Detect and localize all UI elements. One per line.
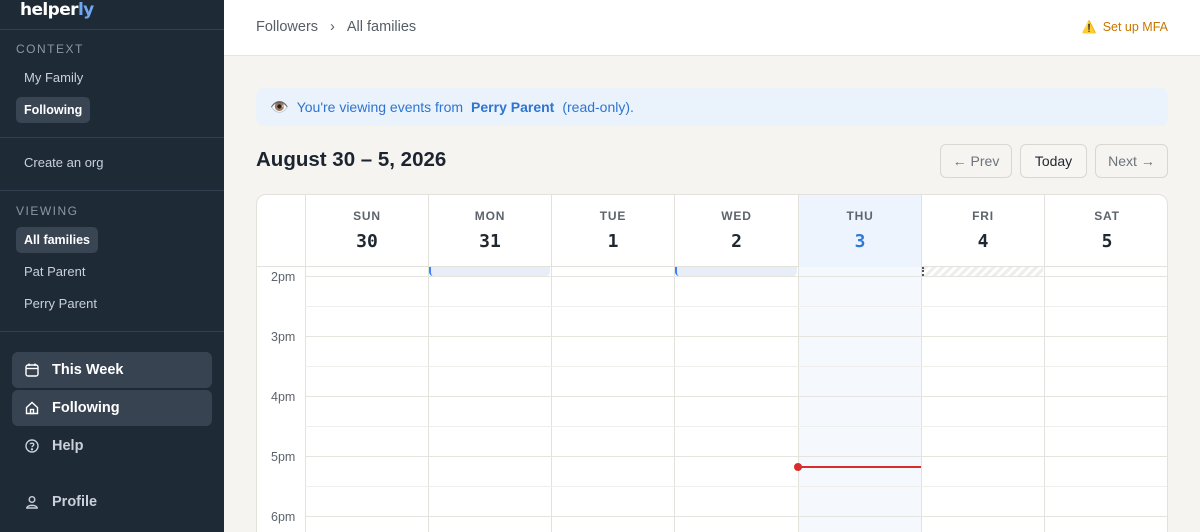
prev-week-button[interactable]: ← Prev — [940, 144, 1012, 178]
hour-line — [305, 396, 1167, 397]
home-icon — [25, 401, 39, 415]
warning-icon: ⚠️ — [1081, 20, 1097, 34]
day-name: MON — [474, 209, 506, 223]
hour-line — [305, 336, 1167, 337]
banner-family-name: Perry Parent — [471, 99, 555, 115]
time-label-2pm: 2pm — [271, 270, 296, 284]
nav-profile[interactable]: Profile — [12, 484, 212, 520]
read-only-banner: 👁️ You're viewing events from Perry Pare… — [256, 88, 1168, 126]
hour-line — [305, 276, 1167, 277]
event-block-mon[interactable] — [429, 267, 550, 276]
nav-this-week[interactable]: This Week — [12, 352, 212, 388]
day-name: SUN — [353, 209, 381, 223]
day-header-thu-today: THU 3 — [798, 195, 921, 267]
setup-mfa-label: Set up MFA — [1102, 20, 1168, 34]
day-header-sun: SUN 30 — [305, 195, 428, 267]
half-hour-line — [305, 426, 1167, 427]
week-title: August 30 – 5, 2026 — [256, 148, 447, 171]
user-icon — [25, 496, 39, 509]
day-name: SAT — [1094, 209, 1120, 223]
half-hour-line — [305, 366, 1167, 367]
viewing-item-pat-parent[interactable]: Pat Parent — [16, 259, 93, 285]
help-circle-icon — [25, 439, 39, 453]
day-name: THU — [846, 209, 874, 223]
breadcrumb-followers[interactable]: Followers — [256, 19, 318, 35]
current-time-dot — [794, 463, 802, 471]
create-org-link[interactable]: Create an org — [16, 150, 112, 176]
half-hour-line — [305, 306, 1167, 307]
breadcrumb-separator: › — [330, 19, 335, 35]
top-bar: Followers › All families ⚠️ Set up MFA — [224, 0, 1200, 56]
half-hour-line — [305, 486, 1167, 487]
day-name: WED — [721, 209, 752, 223]
eye-icon: 👁️ — [270, 99, 289, 116]
nav-following-label: Following — [52, 400, 120, 416]
time-label-5pm: 5pm — [271, 450, 296, 464]
sidebar-divider — [0, 190, 224, 191]
sidebar-divider — [0, 137, 224, 138]
day-header-fri: FRI 4 — [921, 195, 1044, 267]
time-label-4pm: 4pm — [271, 390, 296, 404]
time-label-6pm: 6pm — [271, 510, 296, 524]
day-name: TUE — [599, 209, 627, 223]
time-grid: 2pm 3pm 4pm 5pm 6pm — [257, 267, 1167, 532]
context-item-my-family[interactable]: My Family — [16, 65, 91, 91]
banner-prefix: You're viewing events from — [296, 99, 464, 115]
today-button[interactable]: Today — [1020, 144, 1087, 178]
viewing-item-perry-parent[interactable]: Perry Parent — [16, 291, 105, 317]
hour-line — [305, 456, 1167, 457]
calendar-icon — [25, 363, 39, 377]
hour-line — [305, 516, 1167, 517]
day-header-mon: MON 31 — [428, 195, 551, 267]
sidebar: helperly CONTEXT My Family Following Cre… — [0, 0, 224, 532]
breadcrumb: Followers › All families — [256, 19, 416, 35]
day-date: 4 — [977, 231, 989, 252]
nav-help-label: Help — [52, 438, 84, 454]
current-time-line — [798, 466, 921, 468]
nav-this-week-label: This Week — [52, 362, 124, 378]
nav-profile-label: Profile — [52, 494, 98, 510]
sidebar-divider — [0, 331, 224, 332]
day-date: 5 — [1101, 231, 1113, 252]
day-header-tue: TUE 1 — [551, 195, 674, 267]
day-date: 3 — [854, 231, 866, 252]
breadcrumb-all-families: All families — [346, 19, 417, 35]
context-section-label: CONTEXT — [16, 42, 84, 56]
day-header-wed: WED 2 — [674, 195, 798, 267]
day-date: 30 — [356, 231, 378, 252]
viewing-section-label: VIEWING — [16, 204, 79, 218]
app-logo[interactable]: helperly — [0, 0, 224, 30]
week-calendar: SUN 30 MON 31 TUE 1 WED 2 THU 3 FRI 4 SA… — [256, 194, 1168, 532]
banner-suffix: (read-only). — [562, 99, 634, 115]
event-block-fri-tentative[interactable] — [922, 267, 1043, 276]
nav-following[interactable]: Following — [12, 390, 212, 426]
next-week-button[interactable]: Next → — [1095, 144, 1168, 178]
day-header-sat: SAT 5 — [1044, 195, 1167, 267]
setup-mfa-link[interactable]: ⚠️ Set up MFA — [1082, 20, 1168, 34]
day-date: 1 — [607, 231, 619, 252]
nav-help[interactable]: Help — [12, 428, 212, 464]
context-item-following[interactable]: Following — [16, 97, 91, 123]
viewing-item-all-families[interactable]: All families — [16, 227, 98, 253]
day-date: 2 — [731, 231, 742, 252]
day-name: FRI — [972, 209, 994, 223]
time-label-3pm: 3pm — [271, 330, 296, 344]
day-date: 31 — [479, 231, 501, 252]
event-block-wed[interactable] — [675, 267, 797, 276]
calendar-header: SUN 30 MON 31 TUE 1 WED 2 THU 3 FRI 4 SA… — [257, 195, 1167, 267]
